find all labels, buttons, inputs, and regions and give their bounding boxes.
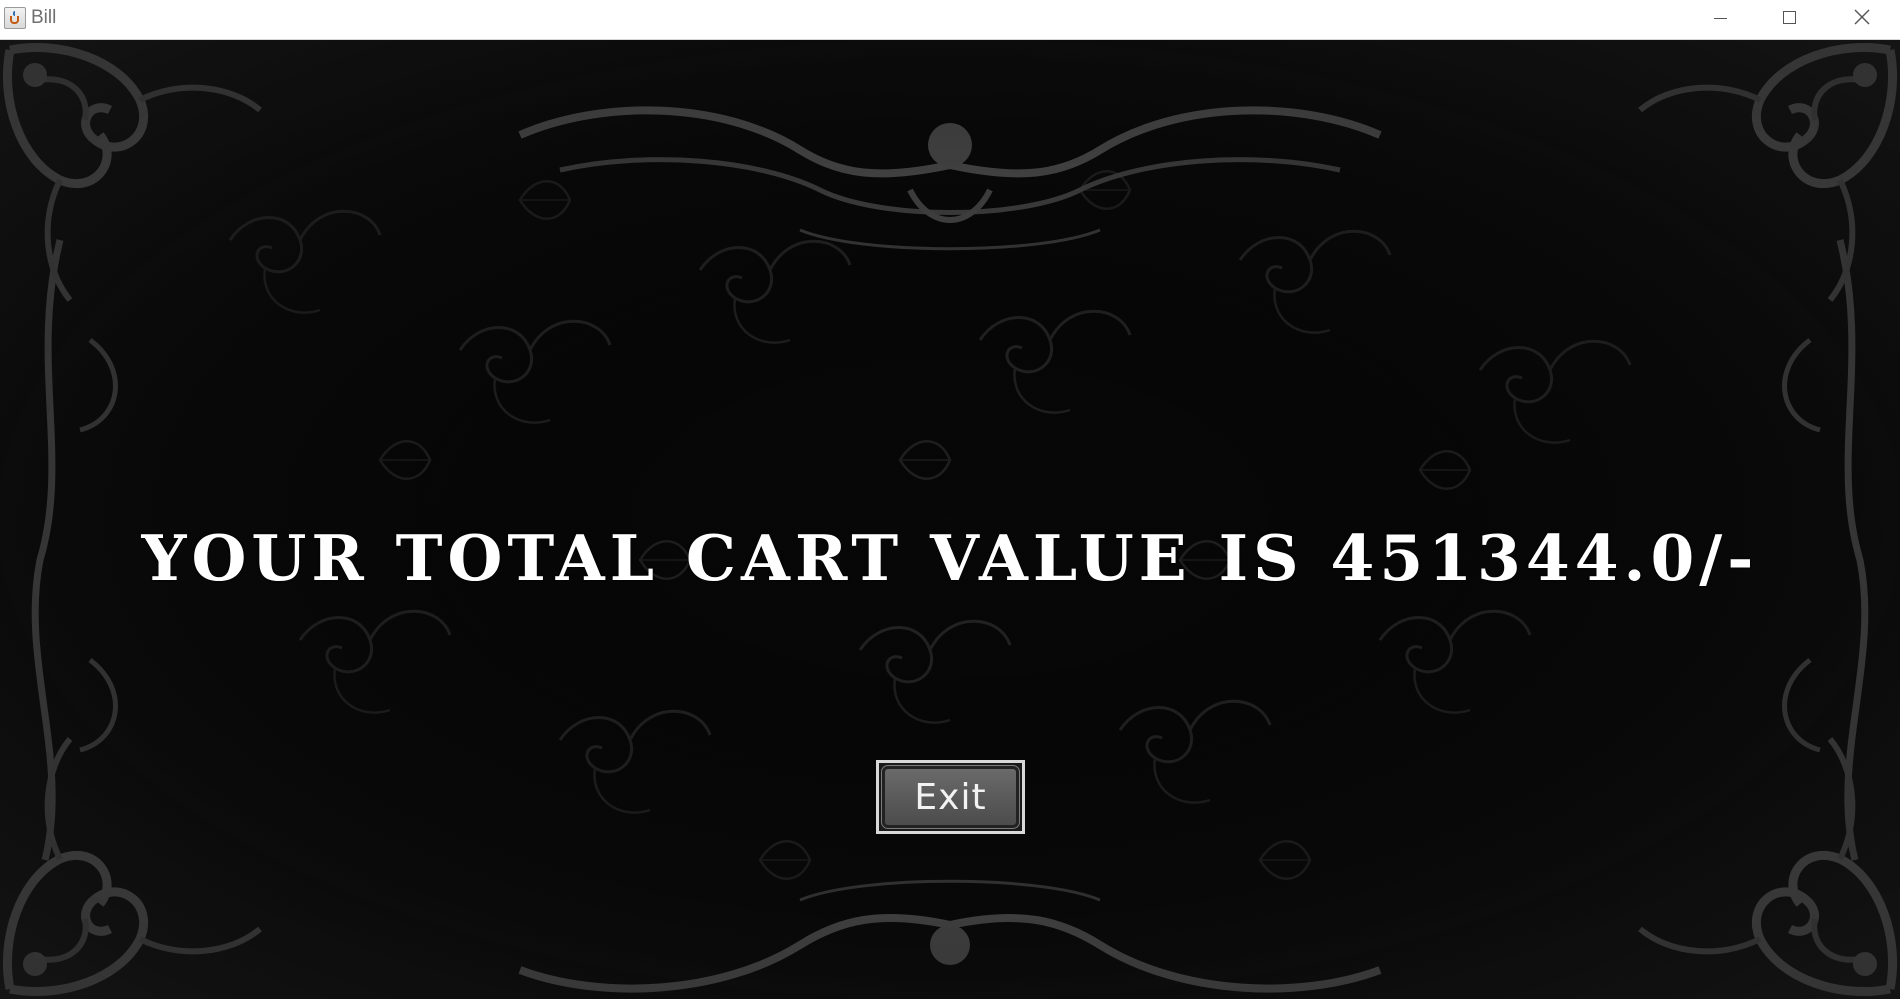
- window-title: Bill: [31, 7, 57, 28]
- bill-window: Bill YOUR TOTAL CART VALUE IS 451344.0/-…: [0, 0, 1900, 999]
- maximize-icon: [1782, 10, 1796, 24]
- exit-button[interactable]: Exit: [881, 765, 1020, 829]
- minimize-icon: [1713, 17, 1727, 19]
- java-cup-icon: [4, 7, 26, 29]
- close-button[interactable]: [1828, 0, 1896, 34]
- minimize-button[interactable]: [1686, 0, 1754, 34]
- ornamental-background: [0, 40, 1900, 999]
- exit-button-frame[interactable]: Exit: [876, 760, 1025, 834]
- title-bar[interactable]: Bill: [0, 0, 1900, 40]
- close-icon: [1854, 9, 1870, 25]
- maximize-button[interactable]: [1755, 0, 1823, 34]
- bill-panel: YOUR TOTAL CART VALUE IS 451344.0/-: [0, 40, 1900, 999]
- cart-total-message: YOUR TOTAL CART VALUE IS 451344.0/-: [141, 521, 1759, 595]
